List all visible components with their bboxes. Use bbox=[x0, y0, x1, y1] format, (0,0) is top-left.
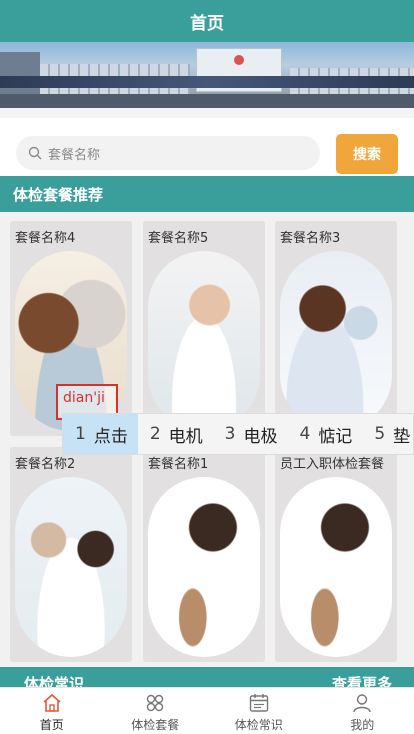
package-image bbox=[280, 477, 392, 657]
package-title: 员工入职体检套餐 bbox=[280, 457, 385, 472]
package-card[interactable]: 套餐名称1 bbox=[143, 447, 265, 662]
package-card[interactable]: 员工入职体检套餐 bbox=[275, 447, 397, 662]
tab-profile[interactable]: 我的 bbox=[311, 688, 414, 734]
ime-candidate[interactable]: 4 惦记 bbox=[287, 414, 362, 454]
tab-packages[interactable]: 体检套餐 bbox=[104, 688, 208, 734]
package-title: 套餐名称2 bbox=[15, 457, 76, 472]
search-area: 套餐名称 搜索 bbox=[0, 108, 414, 176]
tab-label: 体检套餐 bbox=[131, 718, 180, 732]
tab-knowledge[interactable]: 体检常识 bbox=[207, 688, 311, 734]
package-title: 套餐名称5 bbox=[148, 231, 209, 246]
search-icon bbox=[28, 146, 42, 160]
ime-candidate[interactable]: 5 垫 bbox=[362, 414, 413, 454]
package-image bbox=[15, 477, 127, 657]
ime-candidate[interactable]: 1 点击 bbox=[63, 414, 138, 454]
search-button[interactable]: 搜索 bbox=[336, 134, 398, 174]
tab-home[interactable]: 首页 bbox=[0, 688, 104, 734]
grid-icon bbox=[147, 694, 164, 712]
home-icon bbox=[43, 693, 61, 712]
tab-label: 体检常识 bbox=[234, 718, 283, 732]
package-card[interactable]: 套餐名称2 bbox=[10, 447, 132, 662]
calendar-icon bbox=[249, 694, 268, 712]
section-header: 体检套餐推荐 bbox=[0, 176, 414, 212]
user-icon bbox=[353, 694, 371, 713]
package-card[interactable]: 套餐名称3 bbox=[275, 221, 397, 436]
package-card[interactable]: 套餐名称5 bbox=[143, 221, 265, 436]
package-title: 套餐名称4 bbox=[15, 231, 76, 246]
tab-label: 首页 bbox=[39, 718, 64, 732]
package-image bbox=[280, 251, 392, 431]
package-image bbox=[148, 477, 260, 657]
search-placeholder: 套餐名称 bbox=[48, 147, 101, 163]
ime-candidate[interactable]: 2 电机 bbox=[138, 414, 213, 454]
ime-candidate-bar: 1 点击 2 电机 3 电极 4 惦记 5 垫 bbox=[62, 413, 414, 455]
package-title: 套餐名称3 bbox=[280, 231, 341, 246]
ime-composition-text: dian'ji bbox=[63, 390, 105, 406]
package-image bbox=[148, 251, 260, 431]
bottom-tab-bar: 首页 体检套餐 体检常识 我的 bbox=[0, 687, 414, 734]
package-title: 套餐名称1 bbox=[148, 457, 209, 472]
banner-image[interactable] bbox=[0, 42, 414, 108]
see-more-link[interactable]: 查看更多 bbox=[332, 667, 392, 687]
section-title: 体检套餐推荐 bbox=[13, 185, 104, 204]
page-title: 首页 bbox=[190, 13, 224, 34]
page-header: 首页 bbox=[0, 0, 414, 42]
tab-label: 我的 bbox=[350, 718, 375, 732]
knowledge-section-header: 体检常识 查看更多 bbox=[0, 667, 414, 687]
ime-candidate[interactable]: 3 电极 bbox=[213, 414, 288, 454]
search-input[interactable]: 套餐名称 bbox=[16, 136, 320, 170]
knowledge-title: 体检常识 bbox=[24, 675, 85, 687]
